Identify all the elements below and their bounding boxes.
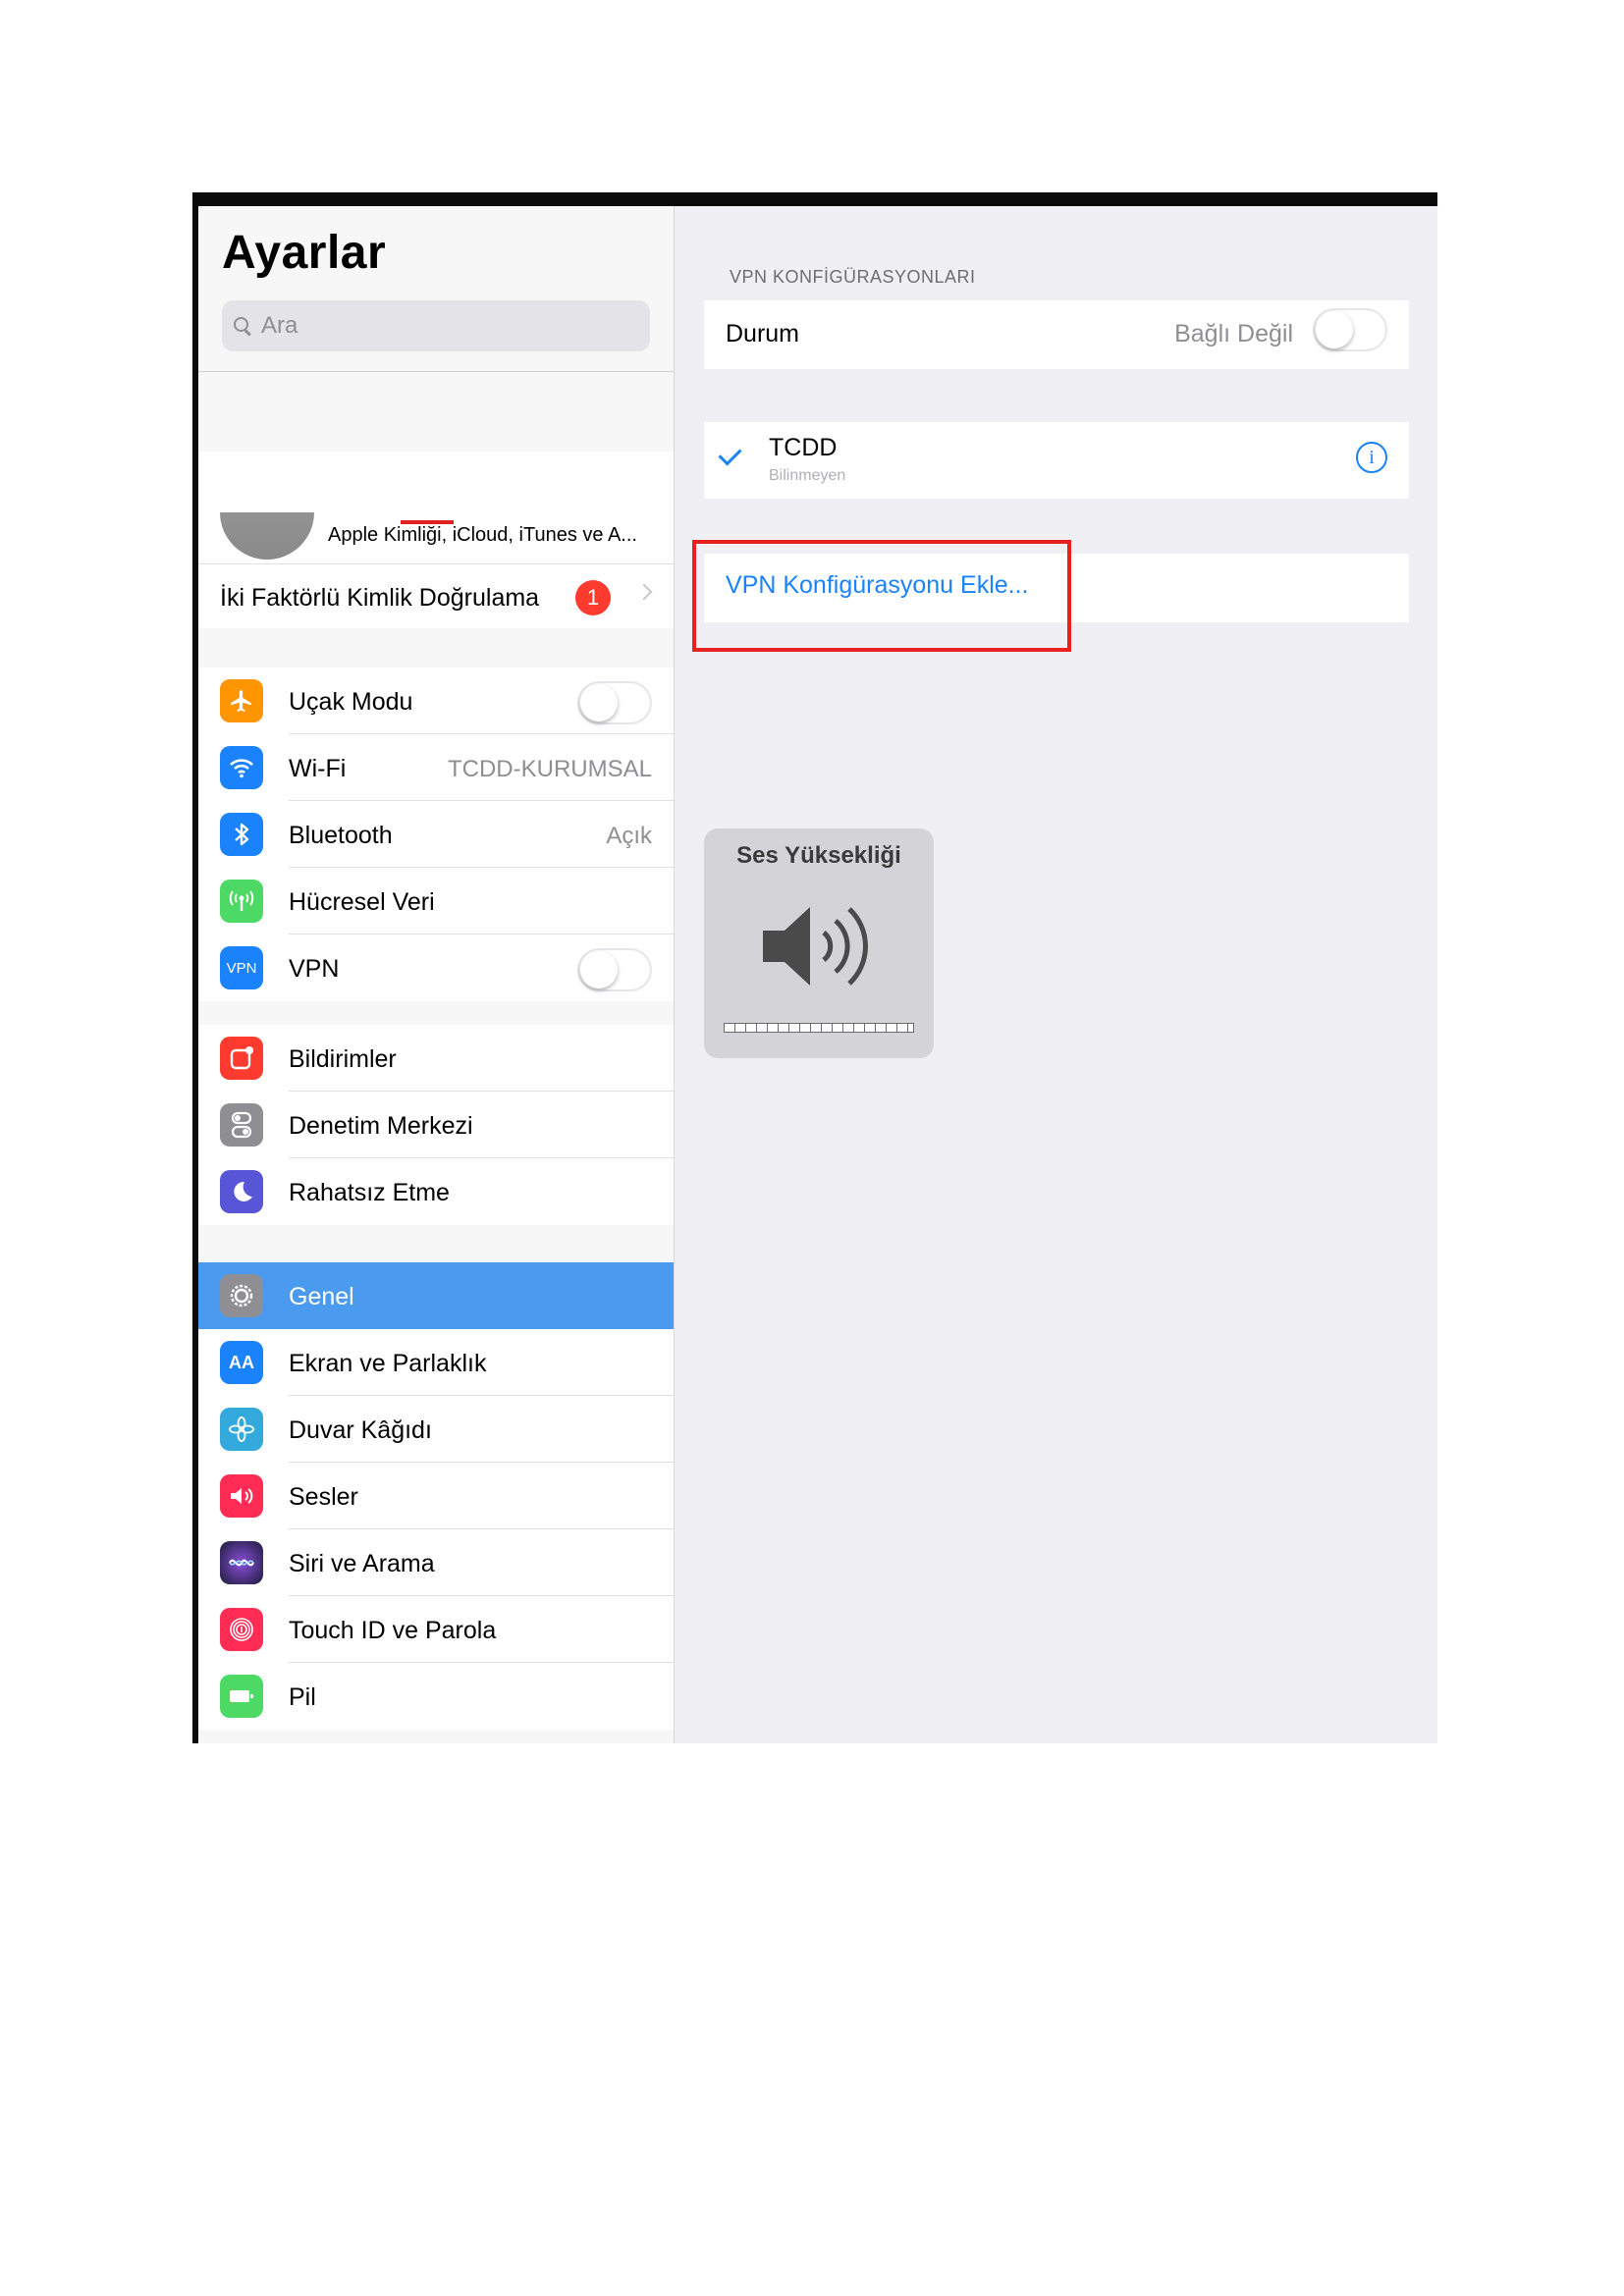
- vpn-status-row: Durum Bağlı Değil: [704, 300, 1409, 369]
- two-factor-label: İki Faktörlü Kimlik Doğrulama: [220, 584, 540, 612]
- chevron-right-icon: [635, 583, 653, 601]
- sidebar-item-label: Rahatsız Etme: [289, 1179, 450, 1206]
- sidebar-item-label: Touch ID ve Parola: [289, 1617, 497, 1644]
- config-status: Bilinmeyen: [769, 467, 846, 484]
- connectivity-group: Uçak Modu Wi-Fi TCDD-KURUMSAL Bluetooth …: [198, 667, 674, 1001]
- airplane-icon: [220, 679, 263, 722]
- sidebar-item-control-center[interactable]: Denetim Merkezi: [198, 1092, 674, 1158]
- notification-badge: 1: [575, 580, 611, 615]
- top-bezel: [192, 192, 1437, 206]
- vpn-detail-pane: VPN KONFİGÜRASYONLARI Durum Bağlı Değil …: [675, 206, 1437, 1743]
- sidebar-item-cellular[interactable]: Hücresel Veri: [198, 868, 674, 934]
- sidebar-item-general[interactable]: Genel: [198, 1262, 674, 1329]
- config-name: TCDD: [769, 434, 838, 461]
- info-icon[interactable]: i: [1356, 442, 1387, 473]
- page-title: Ayarlar: [222, 227, 387, 279]
- control-center-icon: [220, 1103, 263, 1147]
- notifications-group: Bildirimler Denetim Merkezi Rahatsız Etm…: [198, 1025, 674, 1225]
- search-placeholder: Ara: [261, 312, 298, 339]
- avatar[interactable]: [220, 512, 314, 560]
- ipad-screen: Ayarlar Ara Apple Kimliği, iCloud, iTune…: [192, 192, 1437, 1743]
- bluetooth-icon: [220, 813, 263, 856]
- annotation-underline: [401, 520, 454, 524]
- sidebar-item-display[interactable]: AA Ekran ve Parlaklık: [198, 1329, 674, 1396]
- profile-group: Apple Kimliği, iCloud, iTunes ve A... İk…: [198, 452, 674, 628]
- volume-hud-title: Ses Yüksekliği: [736, 842, 901, 869]
- siri-icon: [220, 1541, 263, 1584]
- sidebar-item-label: Sesler: [289, 1483, 358, 1511]
- sidebar-item-do-not-disturb[interactable]: Rahatsız Etme: [198, 1158, 674, 1225]
- general-group: Genel AA Ekran ve Parlaklık Duvar Kâğıdı…: [198, 1262, 674, 1730]
- sidebar-item-label: Bildirimler: [289, 1045, 397, 1073]
- wifi-icon: [220, 746, 263, 789]
- gear-icon: [220, 1274, 263, 1317]
- sidebar-item-label: Uçak Modu: [289, 688, 413, 716]
- sidebar-item-label: Duvar Kâğıdı: [289, 1416, 432, 1444]
- volume-level-bar: [724, 1023, 914, 1033]
- vpn-icon: VPN: [220, 946, 263, 989]
- battery-icon: [220, 1675, 263, 1718]
- sidebar-item-label: Ekran ve Parlaklık: [289, 1350, 487, 1377]
- vpn-toggle[interactable]: [577, 948, 652, 991]
- add-vpn-row[interactable]: VPN Konfigürasyonu Ekle...: [692, 540, 1409, 652]
- display-icon: AA: [220, 1341, 263, 1384]
- sidebar-item-airplane-mode[interactable]: Uçak Modu: [198, 667, 674, 734]
- notifications-icon: [220, 1037, 263, 1080]
- checkmark-icon: [718, 442, 742, 466]
- volume-hud: Ses Yüksekliği: [704, 828, 934, 1058]
- search-field[interactable]: Ara: [222, 300, 650, 351]
- cellular-icon: [220, 880, 263, 923]
- divider: [198, 371, 674, 372]
- sidebar-item-label: VPN: [289, 955, 340, 983]
- wallpaper-icon: [220, 1408, 263, 1451]
- sidebar-item-notifications[interactable]: Bildirimler: [198, 1025, 674, 1092]
- moon-icon: [220, 1170, 263, 1213]
- sounds-icon: [220, 1474, 263, 1518]
- sidebar-item-siri[interactable]: Siri ve Arama: [198, 1529, 674, 1596]
- sidebar-item-label: Bluetooth: [289, 822, 393, 849]
- section-header: VPN KONFİGÜRASYONLARI: [730, 267, 976, 287]
- sidebar-item-wifi[interactable]: Wi-Fi TCDD-KURUMSAL: [198, 734, 674, 801]
- settings-sidebar: Ayarlar Ara Apple Kimliği, iCloud, iTune…: [198, 206, 675, 1743]
- sidebar-item-label: Hücresel Veri: [289, 888, 435, 916]
- sidebar-item-sounds[interactable]: Sesler: [198, 1463, 674, 1529]
- sidebar-item-vpn[interactable]: VPN VPN: [198, 934, 674, 1001]
- vpn-status-toggle[interactable]: [1313, 308, 1387, 351]
- sidebar-item-label: Wi-Fi: [289, 755, 347, 782]
- sidebar-item-bluetooth[interactable]: Bluetooth Açık: [198, 801, 674, 868]
- sidebar-item-battery[interactable]: Pil: [198, 1663, 674, 1730]
- status-value: Bağlı Değil: [1174, 320, 1293, 347]
- vpn-config-row[interactable]: TCDD Bilinmeyen i: [704, 422, 1409, 499]
- apple-id-subtitle[interactable]: Apple Kimliği, iCloud, iTunes ve A...: [328, 524, 637, 547]
- two-factor-row[interactable]: İki Faktörlü Kimlik Doğrulama 1: [198, 563, 674, 629]
- sidebar-item-touch-id[interactable]: Touch ID ve Parola: [198, 1596, 674, 1663]
- sidebar-item-label: Genel: [289, 1283, 354, 1310]
- status-label: Durum: [726, 320, 800, 347]
- wifi-network-value: TCDD-KURUMSAL: [447, 756, 652, 782]
- annotation-highlight-box: [692, 540, 1071, 652]
- sidebar-item-label: Denetim Merkezi: [289, 1112, 473, 1140]
- sidebar-item-label: Pil: [289, 1683, 316, 1711]
- bluetooth-status-value: Açık: [606, 823, 652, 849]
- speaker-icon: [763, 907, 868, 986]
- sidebar-item-label: Siri ve Arama: [289, 1550, 435, 1577]
- search-icon: [234, 317, 251, 335]
- fingerprint-icon: [220, 1608, 263, 1651]
- airplane-mode-toggle[interactable]: [577, 681, 652, 724]
- sidebar-item-wallpaper[interactable]: Duvar Kâğıdı: [198, 1396, 674, 1463]
